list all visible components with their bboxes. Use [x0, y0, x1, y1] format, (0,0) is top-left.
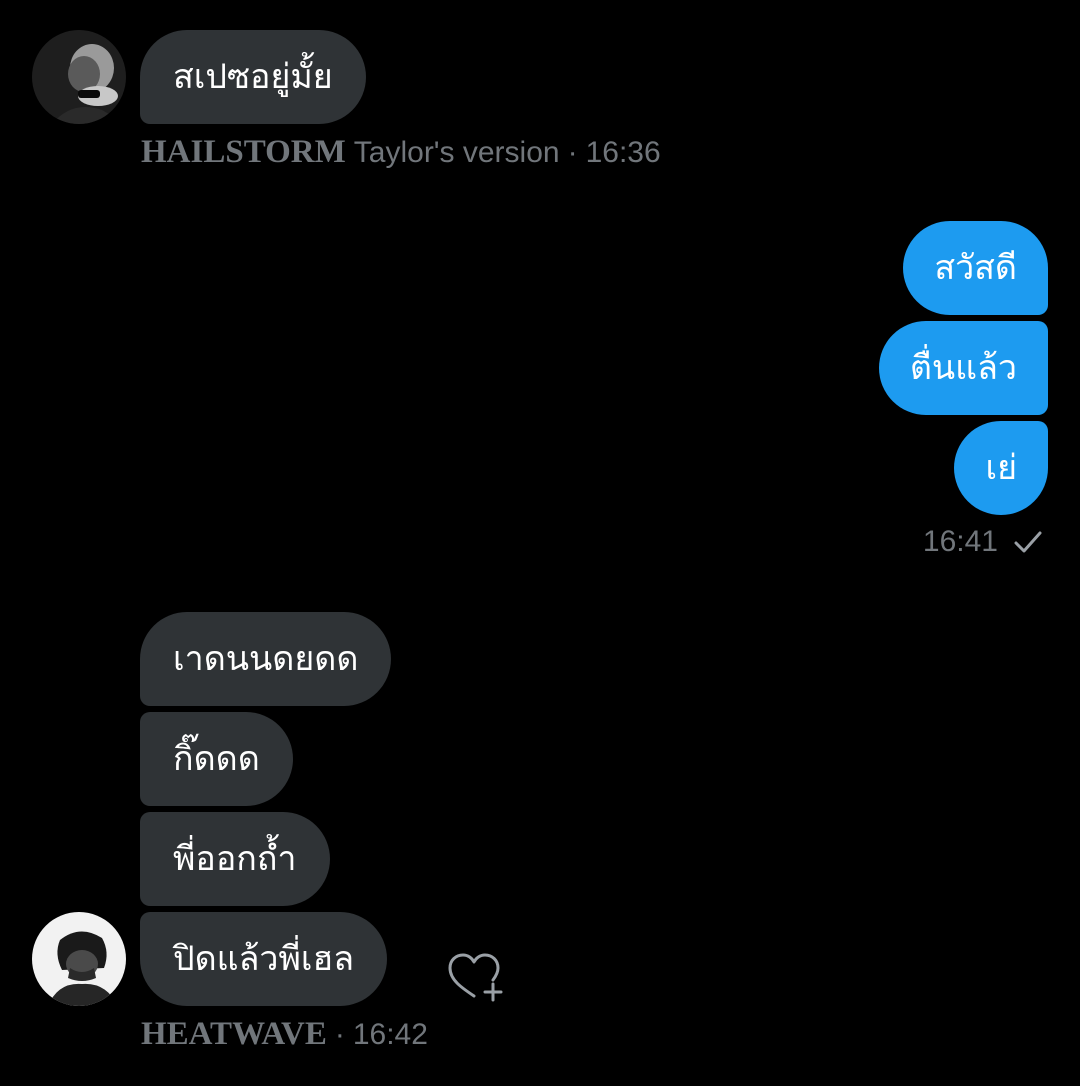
avatar-heatwave[interactable] [32, 912, 126, 1006]
message-time: 16:42 [352, 1017, 428, 1051]
avatar-hailstorm[interactable] [32, 30, 126, 124]
message-bubble[interactable]: ตื่นแล้ว [878, 321, 1048, 415]
message-text: พี่ออกถ้ำ [173, 839, 297, 879]
checkmark-icon [1014, 531, 1042, 553]
sender-name-suffix: Taylor's version [353, 135, 560, 169]
message-text: สเปซอยู่มั้ย [173, 57, 333, 97]
message-bubble[interactable]: เย่ [954, 421, 1048, 515]
message-text: ตื่นแล้ว [909, 348, 1017, 388]
message-time: 16:36 [585, 135, 661, 169]
message-time: 16:41 [922, 525, 998, 558]
message-bubble[interactable]: สเปซอยู่มั้ย [140, 30, 366, 124]
message-text: เาดนนดยดด [173, 639, 359, 679]
message-text: กิ๊ดดด [173, 739, 260, 779]
message-bubble[interactable]: พี่ออกถ้ำ [140, 812, 330, 906]
message-meta: HEATWAVE · 16:42 [141, 1016, 428, 1053]
message-meta: 16:41 [923, 525, 1042, 559]
message-text: สวัสดี [934, 248, 1017, 288]
message-text: ปิดแล้วพี่เฮล [173, 939, 355, 979]
message-bubble[interactable]: ปิดแล้วพี่เฮล [140, 912, 388, 1006]
heart-plus-icon[interactable] [444, 950, 508, 1004]
message-bubble[interactable]: สวัสดี [903, 221, 1048, 315]
avatar-image [32, 912, 126, 1006]
message-text: เย่ [985, 448, 1017, 488]
message-bubble[interactable]: กิ๊ดดด [140, 712, 293, 806]
sender-name[interactable]: HAILSTORM [141, 134, 346, 171]
meta-separator: · [334, 1017, 345, 1051]
avatar-image [32, 30, 126, 124]
message-meta: HAILSTORM Taylor's version · 16:36 [141, 134, 661, 171]
meta-separator: · [567, 135, 578, 169]
sender-name[interactable]: HEATWAVE [141, 1016, 327, 1053]
message-bubble[interactable]: เาดนนดยดด [140, 612, 392, 706]
